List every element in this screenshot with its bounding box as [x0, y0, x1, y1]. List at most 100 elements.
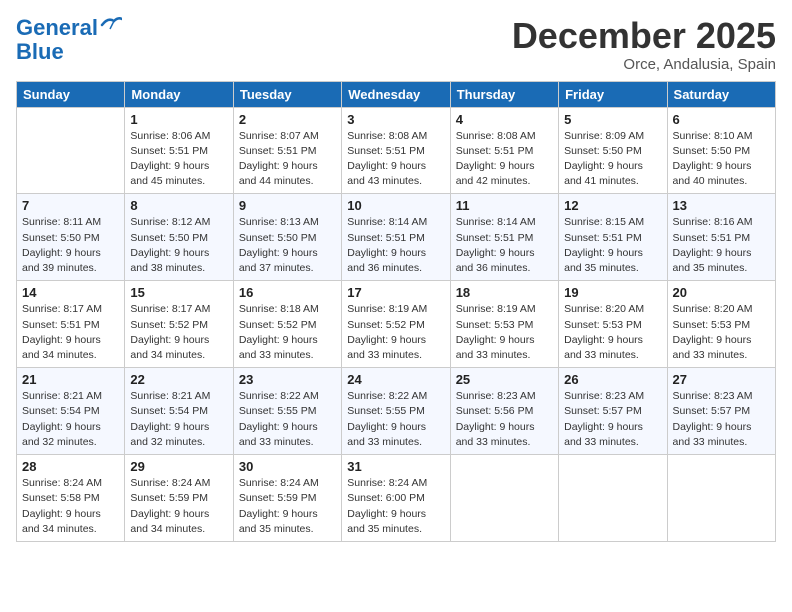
- weekday-header-sunday: Sunday: [17, 81, 125, 107]
- calendar-cell: 5 Sunrise: 8:09 AM Sunset: 5:50 PM Daylig…: [559, 107, 667, 194]
- calendar-cell: 20 Sunrise: 8:20 AM Sunset: 5:53 PM Dayli…: [667, 281, 775, 368]
- calendar-cell: 9 Sunrise: 8:13 AM Sunset: 5:50 PM Daylig…: [233, 194, 341, 281]
- day-info: Sunrise: 8:10 AM Sunset: 5:50 PM Dayligh…: [673, 129, 770, 190]
- calendar-cell: 4 Sunrise: 8:08 AM Sunset: 5:51 PM Daylig…: [450, 107, 558, 194]
- day-number: 2: [239, 112, 336, 127]
- day-info: Sunrise: 8:19 AM Sunset: 5:52 PM Dayligh…: [347, 302, 444, 363]
- calendar-cell: 10 Sunrise: 8:14 AM Sunset: 5:51 PM Dayli…: [342, 194, 450, 281]
- logo-bird-icon: [100, 15, 122, 33]
- day-info: Sunrise: 8:07 AM Sunset: 5:51 PM Dayligh…: [239, 129, 336, 190]
- logo-general: General: [16, 15, 98, 40]
- day-info: Sunrise: 8:22 AM Sunset: 5:55 PM Dayligh…: [347, 389, 444, 450]
- day-number: 9: [239, 198, 336, 213]
- weekday-header-tuesday: Tuesday: [233, 81, 341, 107]
- day-info: Sunrise: 8:06 AM Sunset: 5:51 PM Dayligh…: [130, 129, 227, 190]
- calendar-week-row: 14 Sunrise: 8:17 AM Sunset: 5:51 PM Dayli…: [17, 281, 776, 368]
- day-number: 26: [564, 372, 661, 387]
- day-number: 15: [130, 285, 227, 300]
- day-number: 29: [130, 459, 227, 474]
- weekday-header-thursday: Thursday: [450, 81, 558, 107]
- day-number: 1: [130, 112, 227, 127]
- day-number: 31: [347, 459, 444, 474]
- logo: General Blue: [16, 16, 122, 64]
- day-info: Sunrise: 8:08 AM Sunset: 5:51 PM Dayligh…: [456, 129, 553, 190]
- calendar-cell: 6 Sunrise: 8:10 AM Sunset: 5:50 PM Daylig…: [667, 107, 775, 194]
- day-info: Sunrise: 8:09 AM Sunset: 5:50 PM Dayligh…: [564, 129, 661, 190]
- day-info: Sunrise: 8:21 AM Sunset: 5:54 PM Dayligh…: [22, 389, 119, 450]
- calendar-cell: 24 Sunrise: 8:22 AM Sunset: 5:55 PM Dayli…: [342, 368, 450, 455]
- calendar-cell: 28Sunrise: 8:24 AM Sunset: 5:58 PM Dayli…: [17, 455, 125, 542]
- day-number: 8: [130, 198, 227, 213]
- day-number: 20: [673, 285, 770, 300]
- day-number: 27: [673, 372, 770, 387]
- calendar-table: SundayMondayTuesdayWednesdayThursdayFrid…: [16, 81, 776, 542]
- day-info: Sunrise: 8:14 AM Sunset: 5:51 PM Dayligh…: [347, 215, 444, 276]
- calendar-week-row: 7Sunrise: 8:11 AM Sunset: 5:50 PM Daylig…: [17, 194, 776, 281]
- calendar-cell: 8 Sunrise: 8:12 AM Sunset: 5:50 PM Daylig…: [125, 194, 233, 281]
- day-info: Sunrise: 8:12 AM Sunset: 5:50 PM Dayligh…: [130, 215, 227, 276]
- weekday-header-wednesday: Wednesday: [342, 81, 450, 107]
- calendar-cell: [667, 455, 775, 542]
- calendar-cell: 23 Sunrise: 8:22 AM Sunset: 5:55 PM Dayli…: [233, 368, 341, 455]
- location: Orce, Andalusia, Spain: [512, 56, 776, 73]
- day-info: Sunrise: 8:17 AM Sunset: 5:52 PM Dayligh…: [130, 302, 227, 363]
- calendar-cell: 15 Sunrise: 8:17 AM Sunset: 5:52 PM Dayli…: [125, 281, 233, 368]
- calendar-cell: 25 Sunrise: 8:23 AM Sunset: 5:56 PM Dayli…: [450, 368, 558, 455]
- day-number: 25: [456, 372, 553, 387]
- calendar-cell: 3Sunrise: 8:08 AM Sunset: 5:51 PM Daylig…: [342, 107, 450, 194]
- day-number: 30: [239, 459, 336, 474]
- day-info: Sunrise: 8:17 AM Sunset: 5:51 PM Dayligh…: [22, 302, 119, 363]
- day-number: 7: [22, 198, 119, 213]
- day-number: 12: [564, 198, 661, 213]
- calendar-cell: 12Sunrise: 8:15 AM Sunset: 5:51 PM Dayli…: [559, 194, 667, 281]
- day-number: 5: [564, 112, 661, 127]
- calendar-week-row: 1 Sunrise: 8:06 AM Sunset: 5:51 PM Daylig…: [17, 107, 776, 194]
- day-number: 4: [456, 112, 553, 127]
- day-number: 28: [22, 459, 119, 474]
- calendar-cell: 11Sunrise: 8:14 AM Sunset: 5:51 PM Dayli…: [450, 194, 558, 281]
- day-info: Sunrise: 8:22 AM Sunset: 5:55 PM Dayligh…: [239, 389, 336, 450]
- month-title: December 2025: [512, 16, 776, 56]
- weekday-header-saturday: Saturday: [667, 81, 775, 107]
- day-number: 13: [673, 198, 770, 213]
- calendar-cell: 14 Sunrise: 8:17 AM Sunset: 5:51 PM Dayli…: [17, 281, 125, 368]
- day-number: 17: [347, 285, 444, 300]
- calendar-cell: 17 Sunrise: 8:19 AM Sunset: 5:52 PM Dayli…: [342, 281, 450, 368]
- calendar-cell: 1 Sunrise: 8:06 AM Sunset: 5:51 PM Daylig…: [125, 107, 233, 194]
- day-info: Sunrise: 8:23 AM Sunset: 5:56 PM Dayligh…: [456, 389, 553, 450]
- calendar-cell: 26Sunrise: 8:23 AM Sunset: 5:57 PM Dayli…: [559, 368, 667, 455]
- day-info: Sunrise: 8:23 AM Sunset: 5:57 PM Dayligh…: [673, 389, 770, 450]
- calendar-cell: [17, 107, 125, 194]
- weekday-header-row: SundayMondayTuesdayWednesdayThursdayFrid…: [17, 81, 776, 107]
- day-info: Sunrise: 8:19 AM Sunset: 5:53 PM Dayligh…: [456, 302, 553, 363]
- day-info: Sunrise: 8:21 AM Sunset: 5:54 PM Dayligh…: [130, 389, 227, 450]
- day-number: 23: [239, 372, 336, 387]
- day-info: Sunrise: 8:24 AM Sunset: 5:59 PM Dayligh…: [130, 476, 227, 537]
- day-number: 18: [456, 285, 553, 300]
- day-info: Sunrise: 8:18 AM Sunset: 5:52 PM Dayligh…: [239, 302, 336, 363]
- day-info: Sunrise: 8:08 AM Sunset: 5:51 PM Dayligh…: [347, 129, 444, 190]
- page-header: General Blue December 2025 Orce, Andalus…: [16, 16, 776, 73]
- calendar-week-row: 28Sunrise: 8:24 AM Sunset: 5:58 PM Dayli…: [17, 455, 776, 542]
- day-number: 11: [456, 198, 553, 213]
- calendar-cell: 19Sunrise: 8:20 AM Sunset: 5:53 PM Dayli…: [559, 281, 667, 368]
- day-number: 10: [347, 198, 444, 213]
- calendar-cell: [450, 455, 558, 542]
- day-info: Sunrise: 8:20 AM Sunset: 5:53 PM Dayligh…: [673, 302, 770, 363]
- calendar-cell: 29 Sunrise: 8:24 AM Sunset: 5:59 PM Dayli…: [125, 455, 233, 542]
- day-info: Sunrise: 8:24 AM Sunset: 5:59 PM Dayligh…: [239, 476, 336, 537]
- day-number: 24: [347, 372, 444, 387]
- day-number: 14: [22, 285, 119, 300]
- day-info: Sunrise: 8:13 AM Sunset: 5:50 PM Dayligh…: [239, 215, 336, 276]
- day-info: Sunrise: 8:24 AM Sunset: 6:00 PM Dayligh…: [347, 476, 444, 537]
- calendar-cell: 30 Sunrise: 8:24 AM Sunset: 5:59 PM Dayli…: [233, 455, 341, 542]
- calendar-cell: 7Sunrise: 8:11 AM Sunset: 5:50 PM Daylig…: [17, 194, 125, 281]
- day-number: 6: [673, 112, 770, 127]
- day-number: 21: [22, 372, 119, 387]
- calendar-cell: 2 Sunrise: 8:07 AM Sunset: 5:51 PM Daylig…: [233, 107, 341, 194]
- day-number: 22: [130, 372, 227, 387]
- logo-blue: Blue: [16, 40, 64, 64]
- day-info: Sunrise: 8:16 AM Sunset: 5:51 PM Dayligh…: [673, 215, 770, 276]
- calendar-cell: 31 Sunrise: 8:24 AM Sunset: 6:00 PM Dayli…: [342, 455, 450, 542]
- calendar-cell: 16Sunrise: 8:18 AM Sunset: 5:52 PM Dayli…: [233, 281, 341, 368]
